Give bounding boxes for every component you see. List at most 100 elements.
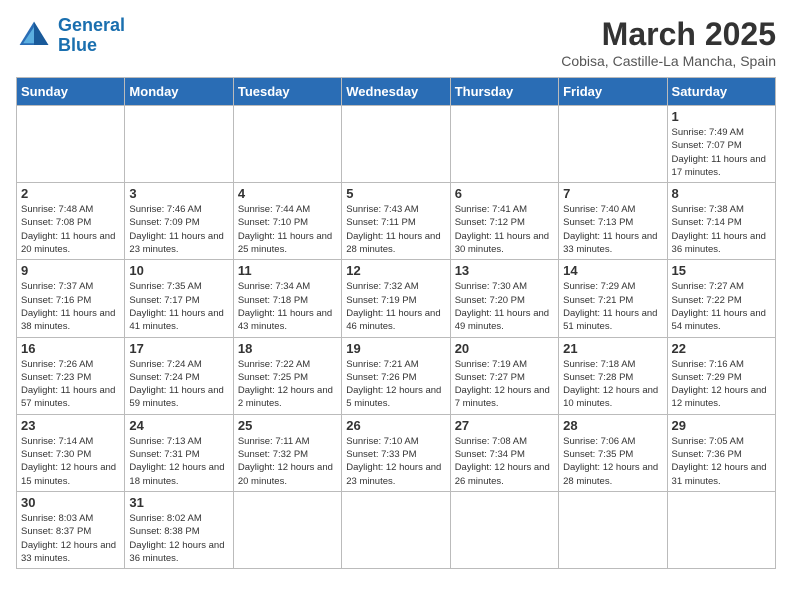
calendar-cell: 24Sunrise: 7:13 AMSunset: 7:31 PMDayligh… — [125, 414, 233, 491]
calendar-cell: 10Sunrise: 7:35 AMSunset: 7:17 PMDayligh… — [125, 260, 233, 337]
day-number: 25 — [238, 418, 337, 433]
day-number: 6 — [455, 186, 554, 201]
day-info: Sunrise: 7:24 AMSunset: 7:24 PMDaylight:… — [129, 358, 228, 411]
weekday-header-thursday: Thursday — [450, 78, 558, 106]
day-number: 1 — [672, 109, 771, 124]
calendar-cell — [450, 106, 558, 183]
day-info: Sunrise: 7:19 AMSunset: 7:27 PMDaylight:… — [455, 358, 554, 411]
calendar-cell: 20 Sunrise: 7:19 AMSunset: 7:27 PMDayligh… — [450, 337, 558, 414]
calendar-cell: 18 Sunrise: 7:22 AMSunset: 7:25 PMDayligh… — [233, 337, 341, 414]
day-info: Sunrise: 7:49 AMSunset: 7:07 PMDaylight:… — [672, 126, 771, 179]
calendar-cell: 7 Sunrise: 7:40 AMSunset: 7:13 PMDaylight… — [559, 183, 667, 260]
weekday-header-wednesday: Wednesday — [342, 78, 450, 106]
calendar-week-3: 16 Sunrise: 7:26 AMSunset: 7:23 PMDayligh… — [17, 337, 776, 414]
calendar-week-1: 2Sunrise: 7:48 AMSunset: 7:08 PMDaylight… — [17, 183, 776, 260]
day-info: Sunrise: 7:05 AMSunset: 7:36 PMDaylight:… — [672, 435, 771, 488]
calendar-cell: 29 Sunrise: 7:05 AMSunset: 7:36 PMDayligh… — [667, 414, 775, 491]
calendar-cell: 31Sunrise: 8:02 AMSunset: 8:38 PMDayligh… — [125, 491, 233, 568]
weekday-header-row: SundayMondayTuesdayWednesdayThursdayFrid… — [17, 78, 776, 106]
calendar-cell: 22 Sunrise: 7:16 AMSunset: 7:29 PMDayligh… — [667, 337, 775, 414]
calendar-cell: 3Sunrise: 7:46 AMSunset: 7:09 PMDaylight… — [125, 183, 233, 260]
day-number: 9 — [21, 263, 120, 278]
calendar-cell — [342, 106, 450, 183]
calendar-cell: 13 Sunrise: 7:30 AMSunset: 7:20 PMDayligh… — [450, 260, 558, 337]
day-info: Sunrise: 7:21 AMSunset: 7:26 PMDaylight:… — [346, 358, 445, 411]
day-number: 16 — [21, 341, 120, 356]
day-info: Sunrise: 7:43 AMSunset: 7:11 PMDaylight:… — [346, 203, 445, 256]
day-info: Sunrise: 7:22 AMSunset: 7:25 PMDaylight:… — [238, 358, 337, 411]
calendar-cell: 25Sunrise: 7:11 AMSunset: 7:32 PMDayligh… — [233, 414, 341, 491]
day-number: 20 — [455, 341, 554, 356]
calendar-cell: 21 Sunrise: 7:18 AMSunset: 7:28 PMDayligh… — [559, 337, 667, 414]
day-number: 17 — [129, 341, 228, 356]
day-number: 28 — [563, 418, 662, 433]
day-info: Sunrise: 7:10 AMSunset: 7:33 PMDaylight:… — [346, 435, 445, 488]
calendar-table: SundayMondayTuesdayWednesdayThursdayFrid… — [16, 77, 776, 569]
day-info: Sunrise: 7:37 AMSunset: 7:16 PMDaylight:… — [21, 280, 120, 333]
day-info: Sunrise: 7:08 AMSunset: 7:34 PMDaylight:… — [455, 435, 554, 488]
day-info: Sunrise: 7:29 AMSunset: 7:21 PMDaylight:… — [563, 280, 662, 333]
day-number: 21 — [563, 341, 662, 356]
calendar-cell: 9 Sunrise: 7:37 AMSunset: 7:16 PMDaylight… — [17, 260, 125, 337]
calendar-cell: 4Sunrise: 7:44 AMSunset: 7:10 PMDaylight… — [233, 183, 341, 260]
day-info: Sunrise: 7:26 AMSunset: 7:23 PMDaylight:… — [21, 358, 120, 411]
calendar-cell: 8 Sunrise: 7:38 AMSunset: 7:14 PMDaylight… — [667, 183, 775, 260]
day-info: Sunrise: 7:38 AMSunset: 7:14 PMDaylight:… — [672, 203, 771, 256]
calendar-cell: 1 Sunrise: 7:49 AMSunset: 7:07 PMDaylight… — [667, 106, 775, 183]
page-header: General Blue March 2025 Cobisa, Castille… — [16, 16, 776, 69]
logo-icon — [16, 18, 52, 54]
day-number: 19 — [346, 341, 445, 356]
day-info: Sunrise: 7:16 AMSunset: 7:29 PMDaylight:… — [672, 358, 771, 411]
day-info: Sunrise: 7:35 AMSunset: 7:17 PMDaylight:… — [129, 280, 228, 333]
day-info: Sunrise: 7:06 AMSunset: 7:35 PMDaylight:… — [563, 435, 662, 488]
day-info: Sunrise: 7:30 AMSunset: 7:20 PMDaylight:… — [455, 280, 554, 333]
calendar-cell — [17, 106, 125, 183]
day-number: 7 — [563, 186, 662, 201]
day-number: 18 — [238, 341, 337, 356]
weekday-header-sunday: Sunday — [17, 78, 125, 106]
calendar-cell: 26Sunrise: 7:10 AMSunset: 7:33 PMDayligh… — [342, 414, 450, 491]
calendar-cell: 6 Sunrise: 7:41 AMSunset: 7:12 PMDaylight… — [450, 183, 558, 260]
calendar-cell: 19 Sunrise: 7:21 AMSunset: 7:26 PMDayligh… — [342, 337, 450, 414]
day-number: 31 — [129, 495, 228, 510]
day-number: 5 — [346, 186, 445, 201]
calendar-cell: 12Sunrise: 7:32 AMSunset: 7:19 PMDayligh… — [342, 260, 450, 337]
day-number: 8 — [672, 186, 771, 201]
day-info: Sunrise: 7:14 AMSunset: 7:30 PMDaylight:… — [21, 435, 120, 488]
day-info: Sunrise: 7:48 AMSunset: 7:08 PMDaylight:… — [21, 203, 120, 256]
day-number: 3 — [129, 186, 228, 201]
day-number: 11 — [238, 263, 337, 278]
day-info: Sunrise: 7:18 AMSunset: 7:28 PMDaylight:… — [563, 358, 662, 411]
day-info: Sunrise: 7:40 AMSunset: 7:13 PMDaylight:… — [563, 203, 662, 256]
day-info: Sunrise: 7:41 AMSunset: 7:12 PMDaylight:… — [455, 203, 554, 256]
calendar-cell: 14Sunrise: 7:29 AMSunset: 7:21 PMDayligh… — [559, 260, 667, 337]
calendar-cell — [233, 106, 341, 183]
calendar-week-5: 30Sunrise: 8:03 AMSunset: 8:37 PMDayligh… — [17, 491, 776, 568]
calendar-cell: 23 Sunrise: 7:14 AMSunset: 7:30 PMDayligh… — [17, 414, 125, 491]
day-number: 29 — [672, 418, 771, 433]
calendar-cell: 2Sunrise: 7:48 AMSunset: 7:08 PMDaylight… — [17, 183, 125, 260]
calendar-cell — [233, 491, 341, 568]
weekday-header-tuesday: Tuesday — [233, 78, 341, 106]
month-year: March 2025 — [561, 16, 776, 53]
calendar-cell: 16 Sunrise: 7:26 AMSunset: 7:23 PMDayligh… — [17, 337, 125, 414]
title-block: March 2025 Cobisa, Castille-La Mancha, S… — [561, 16, 776, 69]
calendar-cell: 17 Sunrise: 7:24 AMSunset: 7:24 PMDayligh… — [125, 337, 233, 414]
location: Cobisa, Castille-La Mancha, Spain — [561, 53, 776, 69]
calendar-cell: 30Sunrise: 8:03 AMSunset: 8:37 PMDayligh… — [17, 491, 125, 568]
day-number: 13 — [455, 263, 554, 278]
day-info: Sunrise: 7:27 AMSunset: 7:22 PMDaylight:… — [672, 280, 771, 333]
weekday-header-monday: Monday — [125, 78, 233, 106]
weekday-header-saturday: Saturday — [667, 78, 775, 106]
calendar-cell — [450, 491, 558, 568]
day-number: 22 — [672, 341, 771, 356]
day-number: 30 — [21, 495, 120, 510]
day-number: 23 — [21, 418, 120, 433]
calendar-week-4: 23 Sunrise: 7:14 AMSunset: 7:30 PMDayligh… — [17, 414, 776, 491]
day-info: Sunrise: 7:34 AMSunset: 7:18 PMDaylight:… — [238, 280, 337, 333]
calendar-cell: 27 Sunrise: 7:08 AMSunset: 7:34 PMDayligh… — [450, 414, 558, 491]
day-info: Sunrise: 7:32 AMSunset: 7:19 PMDaylight:… — [346, 280, 445, 333]
day-number: 27 — [455, 418, 554, 433]
calendar-cell — [559, 106, 667, 183]
logo-text: General Blue — [58, 16, 125, 56]
